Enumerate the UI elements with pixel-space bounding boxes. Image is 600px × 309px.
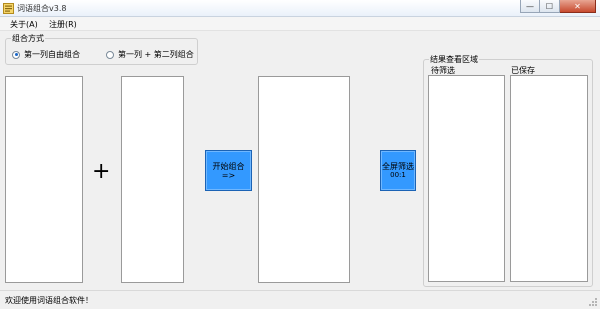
saved-list[interactable] — [510, 75, 588, 282]
combine-mode-group: 组合方式 第一列自由组合 第一列 + 第二列组合 — [5, 33, 198, 65]
plus-sign: + — [92, 159, 111, 184]
combine-mode-title: 组合方式 — [11, 33, 45, 44]
minimize-icon: — — [526, 1, 534, 11]
fullscreen-filter-button[interactable]: 全屏筛选 00:1 — [380, 150, 416, 191]
radio-col1-col2-label: 第一列 + 第二列组合 — [118, 50, 194, 59]
pending-filter-list[interactable] — [428, 75, 505, 282]
start-combine-button[interactable]: 开始组合=> — [205, 150, 252, 191]
radio-checked-icon — [12, 50, 20, 59]
fullscreen-filter-shortcut: 00:1 — [390, 170, 406, 179]
word-list-column-1[interactable] — [5, 76, 83, 283]
resize-grip-icon[interactable] — [588, 297, 598, 307]
fullscreen-filter-label: 全屏筛选 — [382, 161, 414, 171]
radio-free-combine-label: 第一列自由组合 — [24, 50, 80, 59]
menu-bar: 关于(A) 注册(R) — [0, 17, 600, 31]
window-title: 词语组合v3.8 — [17, 4, 67, 13]
window-controls: — ☐ ✕ — [520, 0, 596, 14]
status-bar: 欢迎使用词语组合软件！ — [0, 290, 600, 309]
radio-unchecked-icon — [106, 50, 114, 59]
word-list-column-2[interactable] — [121, 76, 184, 283]
maximize-icon: ☐ — [545, 1, 554, 11]
radio-free-combine[interactable]: 第一列自由组合 — [12, 49, 80, 60]
results-title: 结果查看区域 — [429, 54, 479, 65]
app-icon — [3, 3, 14, 14]
menu-about[interactable]: 关于(A) — [10, 19, 38, 30]
maximize-button[interactable]: ☐ — [540, 0, 560, 13]
minimize-button[interactable]: — — [520, 0, 540, 13]
start-combine-label: 开始组合=> — [212, 161, 245, 180]
close-icon: ✕ — [574, 1, 581, 11]
close-button[interactable]: ✕ — [560, 0, 596, 13]
combination-output-list[interactable] — [258, 76, 350, 283]
radio-col1-col2-combine[interactable]: 第一列 + 第二列组合 — [106, 49, 194, 60]
status-text: 欢迎使用词语组合软件！ — [5, 296, 93, 305]
menu-register[interactable]: 注册(R) — [49, 19, 77, 30]
title-bar: 词语组合v3.8 — ☐ ✕ — [0, 0, 600, 17]
